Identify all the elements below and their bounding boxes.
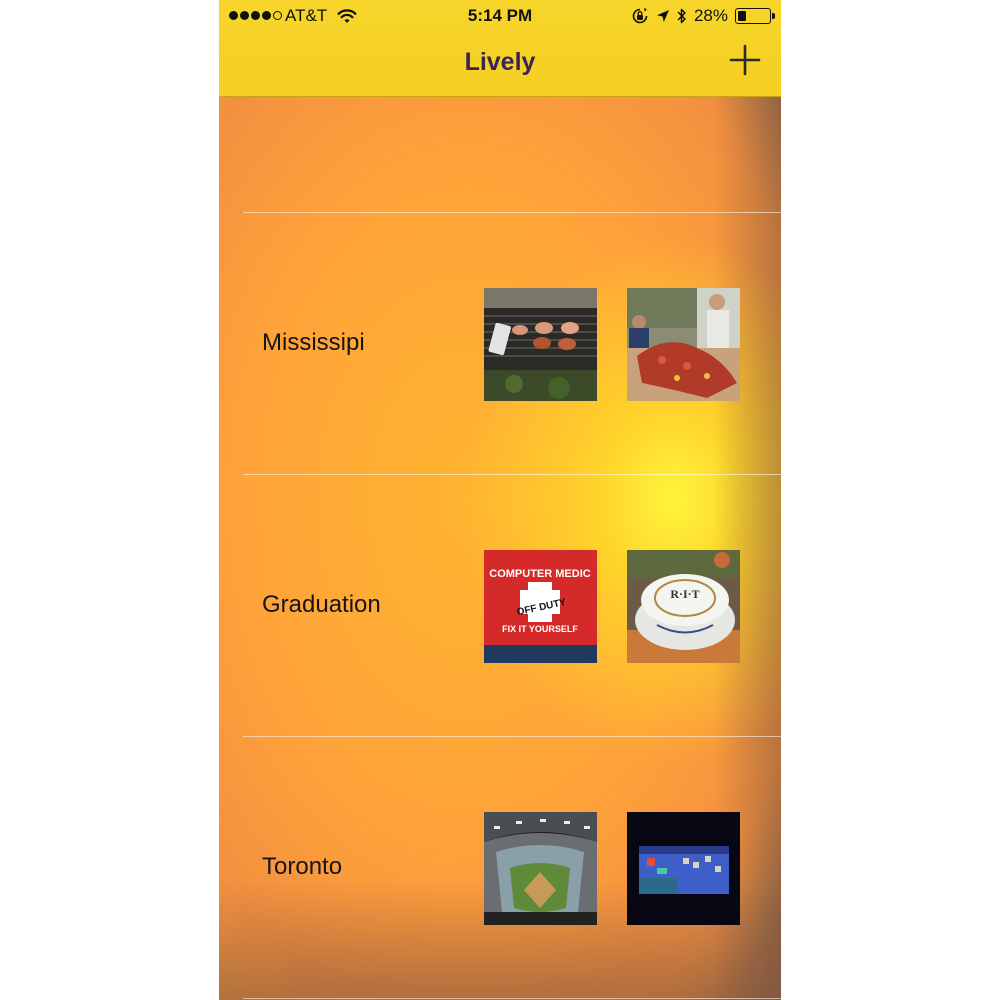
bluetooth-icon	[677, 8, 686, 24]
battery-icon	[735, 8, 775, 24]
album-title: Graduation	[262, 591, 381, 618]
row-divider	[243, 998, 781, 999]
album-row-toronto[interactable]: Toronto	[219, 737, 781, 999]
cake-text: R·I·T	[670, 587, 699, 601]
battery-percent: 28%	[693, 6, 728, 25]
computer-medic-shirt-photo-image: COMPUTER MEDIC OFF DUTY FIX IT YOURSELF	[484, 550, 597, 663]
rit-cake-photo-image: R·I·T	[627, 550, 740, 663]
crawfish-boil-photo-image	[627, 288, 740, 401]
album-photo-scoreboard-screen[interactable]	[627, 812, 740, 925]
shirt-text-line3: FIX IT YOURSELF	[502, 624, 578, 634]
phone-screen: AT&T 5:14 PM 28% Lively Mississipi Gradu…	[219, 0, 781, 1000]
status-right: 28%	[631, 6, 775, 26]
album-list: Mississipi Graduation COMPUTER MEDIC OFF…	[219, 97, 781, 1000]
scoreboard-screen-photo-image	[627, 812, 740, 925]
page-title: Lively	[464, 48, 536, 76]
album-photo-computer-medic-shirt[interactable]: COMPUTER MEDIC OFF DUTY FIX IT YOURSELF	[484, 550, 597, 663]
navigation-bar: Lively	[219, 34, 781, 94]
album-photo-grill[interactable]	[484, 288, 597, 401]
album-row-graduation[interactable]: Graduation COMPUTER MEDIC OFF DUTY FIX I…	[219, 475, 781, 737]
location-arrow-icon	[656, 10, 669, 22]
album-photo-stadium[interactable]	[484, 812, 597, 925]
stadium-photo-image	[484, 812, 597, 925]
grill-photo-image	[484, 288, 597, 401]
album-photo-rit-cake[interactable]: R·I·T	[627, 550, 740, 663]
orientation-lock-icon	[632, 7, 648, 24]
shirt-text-line1: COMPUTER MEDIC	[489, 568, 591, 580]
album-row-mississipi[interactable]: Mississipi	[219, 213, 781, 475]
status-bar: AT&T 5:14 PM 28%	[219, 0, 781, 32]
album-title: Mississipi	[262, 329, 365, 356]
top-bar: AT&T 5:14 PM 28% Lively	[219, 0, 781, 97]
add-album-button[interactable]	[729, 44, 761, 76]
plus-icon	[729, 44, 761, 76]
album-title: Toronto	[262, 853, 343, 880]
album-photo-crawfish-boil[interactable]	[627, 288, 740, 401]
